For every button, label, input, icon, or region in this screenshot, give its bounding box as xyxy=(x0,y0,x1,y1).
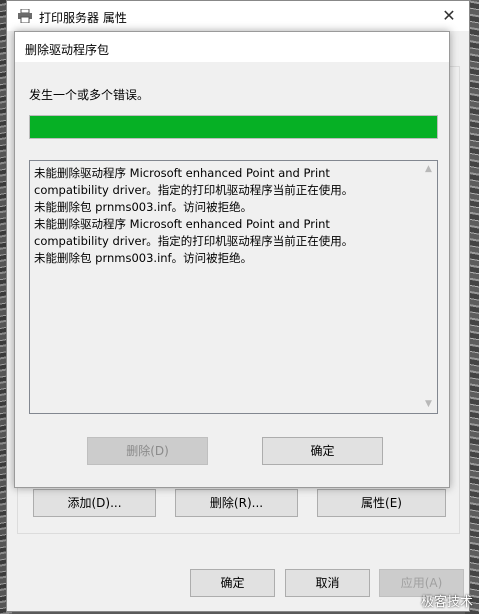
progress-fill xyxy=(30,116,437,138)
delete-button[interactable]: 删除(D) xyxy=(87,437,208,465)
close-icon[interactable]: ✕ xyxy=(429,1,469,31)
log-line: compatibility driver。指定的打印机驱动程序当前正在使用。 xyxy=(34,234,354,248)
log-scrollbar[interactable]: ▲ ▼ xyxy=(420,161,437,413)
log-line: compatibility driver。指定的打印机驱动程序当前正在使用。 xyxy=(34,183,354,197)
progress-bar xyxy=(29,115,438,139)
ok-button[interactable]: 确定 xyxy=(190,569,275,597)
log-line: 未能删除驱动程序 Microsoft enhanced Point and Pr… xyxy=(34,217,330,231)
scroll-down-icon[interactable]: ▼ xyxy=(420,396,437,413)
error-message: 发生一个或多个错误。 xyxy=(29,88,150,102)
scroll-up-icon[interactable]: ▲ xyxy=(420,161,437,178)
error-log-box[interactable]: 未能删除驱动程序 Microsoft enhanced Point and Pr… xyxy=(29,160,438,414)
remove-driver-package-dialog: 删除驱动程序包 发生一个或多个错误。 未能删除驱动程序 Microsoft en… xyxy=(14,31,450,488)
cancel-button[interactable]: 取消 xyxy=(285,569,370,597)
error-log-text: 未能删除驱动程序 Microsoft enhanced Point and Pr… xyxy=(34,165,417,267)
printer-icon xyxy=(17,8,33,24)
add-driver-button[interactable]: 添加(D)... xyxy=(33,489,156,517)
dialog-ok-button[interactable]: 确定 xyxy=(262,437,383,465)
dialog-title: 删除驱动程序包 xyxy=(25,43,110,57)
outer-titlebar: 打印服务器 属性 ✕ xyxy=(7,1,469,31)
log-line: 未能删除包 prnms003.inf。访问被拒绝。 xyxy=(34,251,253,265)
driver-properties-button[interactable]: 属性(E) xyxy=(317,489,446,517)
log-line: 未能删除驱动程序 Microsoft enhanced Point and Pr… xyxy=(34,166,330,180)
log-line: 未能删除包 prnms003.inf。访问被拒绝。 xyxy=(34,200,253,214)
watermark: 极客技术 xyxy=(420,595,473,610)
dialog-titlebar: 删除驱动程序包 xyxy=(15,32,449,62)
remove-driver-button[interactable]: 删除(R)... xyxy=(175,489,298,517)
outer-window-title: 打印服务器 属性 xyxy=(39,11,127,25)
